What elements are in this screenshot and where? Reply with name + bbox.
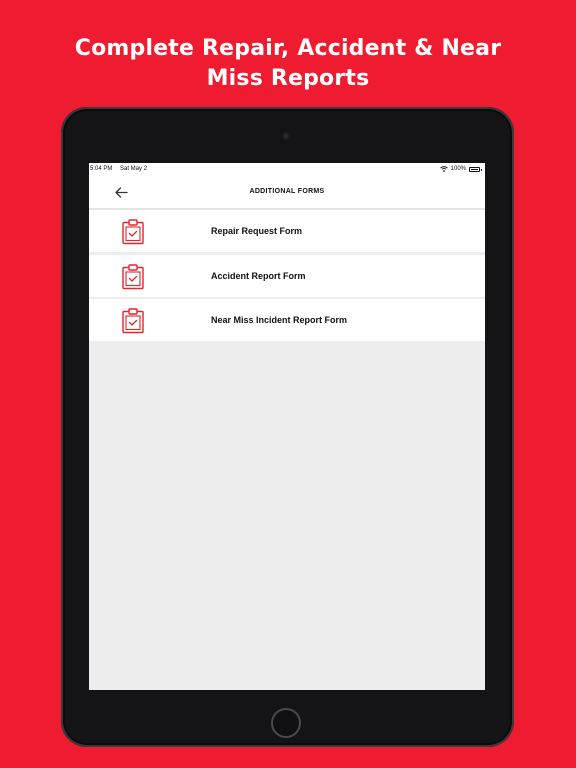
ipad-device-frame: 5:04 PM Sat May 2 100% ADDITIONAL FORMS	[61, 107, 514, 747]
status-date: Sat May 2	[120, 166, 148, 172]
headline-line-2: Miss Reports	[206, 66, 370, 91]
battery-icon	[469, 166, 482, 172]
battery-percent: 100%	[450, 166, 466, 172]
form-item-near-miss-incident-report[interactable]: Near Miss Incident Report Form	[89, 299, 485, 341]
page-title: ADDITIONAL FORMS	[249, 188, 325, 195]
clipboard-check-icon	[122, 263, 144, 289]
clipboard-check-icon	[122, 219, 144, 245]
headline-line-1: Complete Repair, Accident & Near	[74, 36, 502, 61]
marketing-headline: Complete Repair, Accident & Near Miss Re…	[0, 34, 576, 94]
form-item-repair-request[interactable]: Repair Request Form	[89, 210, 485, 252]
form-label: Accident Report Form	[211, 270, 306, 281]
status-right: 100%	[439, 163, 482, 175]
form-label: Repair Request Form	[211, 226, 303, 236]
home-button[interactable]	[271, 708, 301, 738]
device-screen: 5:04 PM Sat May 2 100% ADDITIONAL FORMS	[89, 163, 485, 690]
form-label: Near Miss Incident Report Form	[211, 315, 348, 325]
form-item-accident-report[interactable]: Accident Report Form	[89, 254, 485, 297]
status-time: 5:04 PM	[90, 166, 113, 172]
forms-list: Repair Request Form Accident Report Form	[89, 210, 485, 341]
navigation-bar: ADDITIONAL FORMS	[89, 175, 485, 210]
status-bar: 5:04 PM Sat May 2 100%	[89, 163, 485, 175]
wifi-icon	[439, 166, 448, 172]
clipboard-check-icon	[122, 308, 144, 334]
front-camera	[282, 132, 290, 140]
